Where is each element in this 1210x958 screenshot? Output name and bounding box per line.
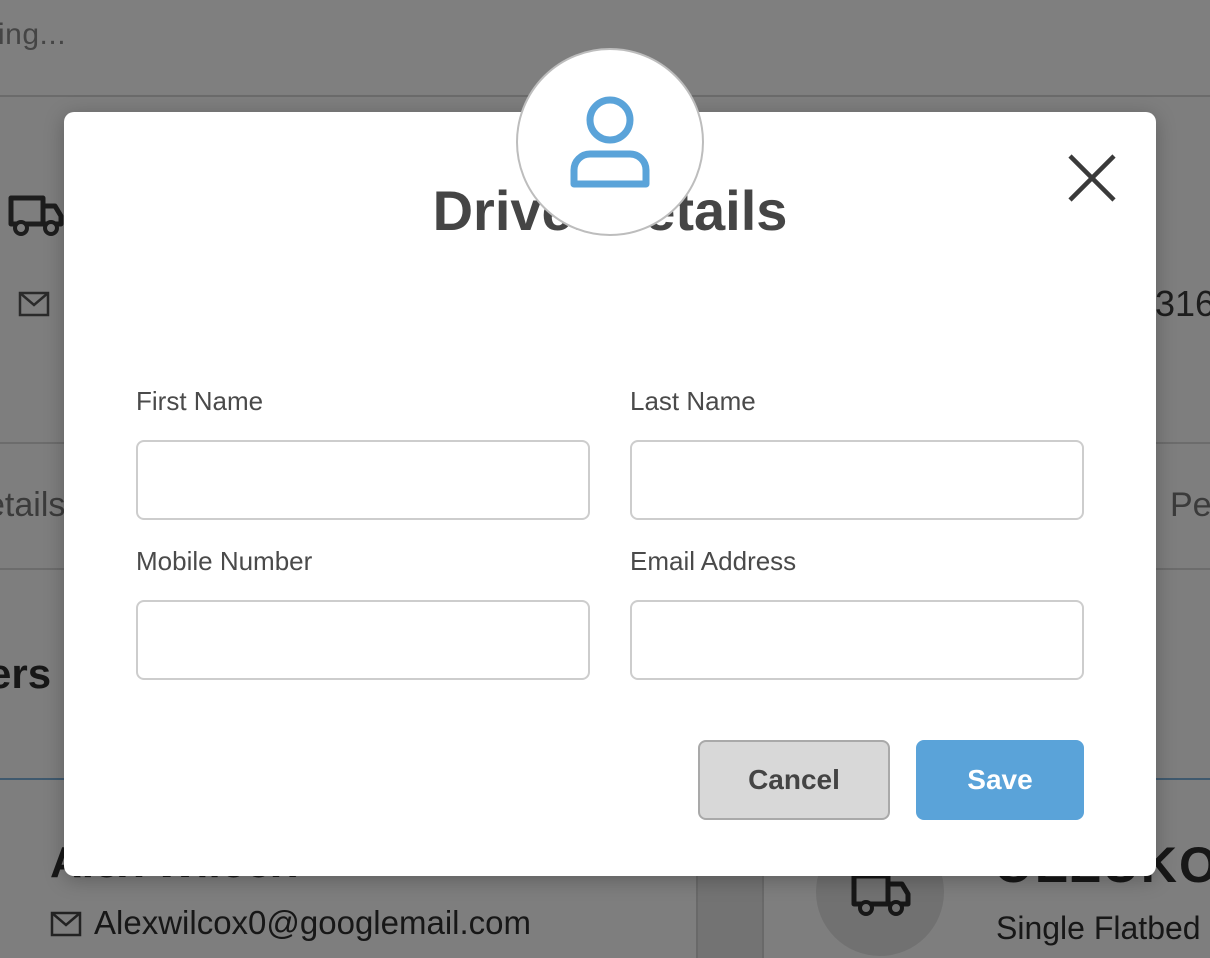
last-name-label: Last Name <box>630 386 756 416</box>
save-button[interactable]: Save <box>916 740 1084 820</box>
driver-avatar <box>516 48 704 236</box>
user-icon <box>570 96 650 188</box>
email-address-input[interactable] <box>630 600 1084 680</box>
close-icon <box>1068 154 1116 202</box>
first-name-label: First Name <box>136 386 264 416</box>
last-name-input[interactable] <box>630 440 1084 520</box>
email-address-label: Email Address <box>630 546 797 576</box>
first-name-input[interactable] <box>136 440 590 520</box>
cancel-button[interactable]: Cancel <box>698 740 890 820</box>
close-button[interactable] <box>1062 148 1122 208</box>
mobile-number-label: Mobile Number <box>136 546 313 576</box>
mobile-number-input[interactable] <box>136 600 590 680</box>
